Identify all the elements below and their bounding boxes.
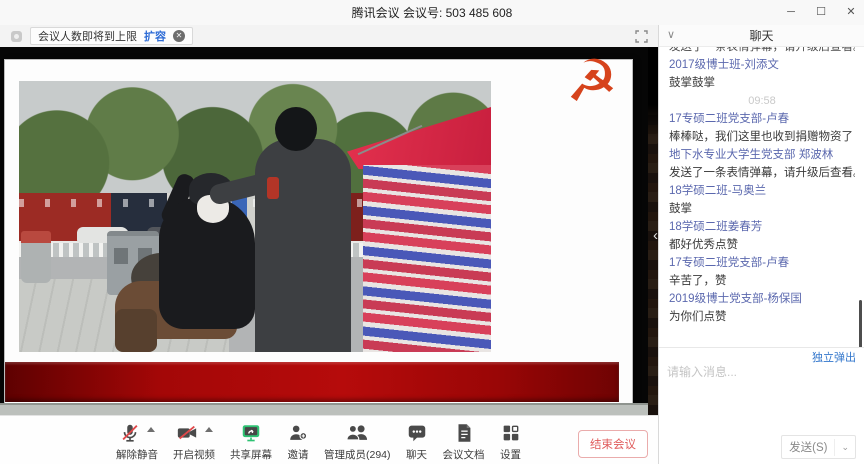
chat-message-text: 为你们点赞 bbox=[669, 308, 855, 326]
photo-volunteer-head bbox=[275, 107, 317, 151]
notification-status-icon bbox=[11, 31, 22, 42]
unmute-button[interactable]: 解除静音 bbox=[116, 416, 158, 462]
share-screen-icon bbox=[240, 422, 262, 444]
chat-sender-name: 2019级博士党支部-杨保国 bbox=[669, 290, 855, 308]
mic-muted-icon bbox=[119, 422, 141, 444]
photo-planter bbox=[21, 231, 51, 283]
expand-capacity-link[interactable]: 扩容 bbox=[144, 28, 166, 44]
close-icon[interactable]: ✕ bbox=[844, 0, 858, 25]
manage-members-label: 管理成员(294) bbox=[324, 447, 391, 462]
chat-message-text: 棒棒哒，我们这里也收到捐赠物资了 bbox=[669, 128, 855, 146]
settings-button[interactable]: 设置 bbox=[500, 416, 522, 462]
minimize-icon[interactable]: ─ bbox=[784, 0, 798, 25]
chat-message-text: 鼓掌 bbox=[669, 200, 855, 218]
notification-bar: 会议人数即将到上限 扩容 ✕ bbox=[0, 25, 658, 47]
photo-volunteer bbox=[255, 139, 351, 352]
start-video-button[interactable]: 开启视频 bbox=[173, 416, 215, 462]
party-emblem-icon: ☭ bbox=[566, 52, 618, 110]
toolbar-buttons: 解除静音 开启视频 共享屏幕 邀请 管理成员(294) 聊天 bbox=[116, 416, 522, 464]
maximize-icon[interactable]: ☐ bbox=[814, 0, 828, 25]
invite-label: 邀请 bbox=[288, 447, 309, 462]
meeting-toolbar: 解除静音 开启视频 共享屏幕 邀请 管理成员(294) 聊天 bbox=[0, 415, 658, 464]
chat-sender-name: 18学硕二班姜春芳 bbox=[669, 218, 855, 236]
chat-message-text: 都好优秀点赞 bbox=[669, 236, 855, 254]
chevron-down-icon[interactable]: ∨ bbox=[667, 28, 675, 41]
slide-red-banner bbox=[5, 362, 619, 402]
photo-scooter-front bbox=[115, 309, 157, 352]
chat-message-text: 辛苦了，赞 bbox=[669, 272, 855, 290]
send-button-label[interactable]: 发送(S) bbox=[782, 436, 834, 458]
temperature-check-photo bbox=[19, 81, 491, 352]
members-icon bbox=[344, 422, 370, 444]
photo-volunteer-collar bbox=[267, 177, 279, 199]
chat-button[interactable]: 聊天 bbox=[406, 416, 428, 462]
chat-scrollbar[interactable] bbox=[859, 300, 862, 348]
start-video-label: 开启视频 bbox=[173, 447, 215, 462]
titlebar: 腾讯会议 会议号: 503 485 608 ─ ☐ ✕ bbox=[0, 0, 864, 25]
chat-title: 聊天 bbox=[659, 25, 864, 47]
chat-label: 聊天 bbox=[406, 447, 427, 462]
chat-bubble-icon bbox=[406, 422, 428, 444]
chat-message-text: 鼓掌鼓掌 bbox=[669, 74, 855, 92]
manage-members-button[interactable]: 管理成员(294) bbox=[324, 416, 391, 462]
settings-label: 设置 bbox=[500, 447, 521, 462]
capacity-notification: 会议人数即将到上限 扩容 ✕ bbox=[30, 27, 193, 45]
slide-gray-base bbox=[0, 403, 648, 415]
send-options-chevron-icon[interactable]: ⌄ bbox=[834, 439, 855, 456]
notification-text: 会议人数即将到上限 bbox=[38, 28, 137, 44]
photo-tent-stripes bbox=[363, 165, 491, 352]
presentation-slide: ☭ bbox=[5, 60, 632, 403]
clipped-message: 发送了一条表情弹幕，请升级后查看。 bbox=[669, 47, 855, 56]
send-button[interactable]: 发送(S) ⌄ bbox=[781, 435, 856, 459]
document-icon bbox=[453, 422, 475, 444]
popout-row: 独立弹出 bbox=[659, 347, 864, 363]
chat-sender-name: 地下水专业大学生党支部 郑波林 bbox=[669, 146, 855, 164]
chat-header: ∨ 聊天 bbox=[659, 25, 864, 47]
camera-off-icon bbox=[175, 422, 199, 444]
window-controls: ─ ☐ ✕ bbox=[784, 0, 858, 25]
notification-close-icon[interactable]: ✕ bbox=[173, 30, 185, 42]
chat-message-list: 发送了一条表情弹幕，请升级后查看。 2017级博士班-刘添文鼓掌鼓掌09:581… bbox=[659, 47, 864, 347]
chat-panel: ∨ 聊天 发送了一条表情弹幕，请升级后查看。 2017级博士班-刘添文鼓掌鼓掌0… bbox=[658, 25, 864, 464]
tencent-meeting-window: 腾讯会议 会议号: 503 485 608 ─ ☐ ✕ 会议人数即将到上限 扩容… bbox=[0, 0, 864, 464]
meeting-docs-label: 会议文档 bbox=[443, 447, 485, 462]
chat-sender-name: 18学硕二班-马奥兰 bbox=[669, 182, 855, 200]
chat-message-input[interactable] bbox=[667, 365, 855, 379]
share-screen-button[interactable]: 共享屏幕 bbox=[230, 416, 272, 462]
chat-sender-name: 17专硕二班党支部-卢春 bbox=[669, 254, 855, 272]
unmute-options-caret-icon[interactable] bbox=[147, 427, 155, 432]
start-video-options-caret-icon[interactable] bbox=[205, 427, 213, 432]
settings-grid-icon bbox=[500, 422, 522, 444]
unmute-label: 解除静音 bbox=[116, 447, 158, 462]
window-title: 腾讯会议 会议号: 503 485 608 bbox=[0, 4, 864, 21]
invite-button[interactable]: 邀请 bbox=[287, 416, 309, 462]
meeting-docs-button[interactable]: 会议文档 bbox=[443, 416, 485, 462]
chat-sender-name: 17专硕二班党支部-卢春 bbox=[669, 110, 855, 128]
invite-icon bbox=[287, 422, 309, 444]
share-screen-label: 共享屏幕 bbox=[230, 447, 272, 462]
fullscreen-icon[interactable] bbox=[635, 30, 648, 43]
end-meeting-button[interactable]: 结束会议 bbox=[578, 430, 648, 458]
shared-screen-stage: ☭ ‹ bbox=[0, 47, 658, 415]
popout-chat-link[interactable]: 独立弹出 bbox=[812, 352, 856, 364]
chat-sender-name: 2017级博士班-刘添文 bbox=[669, 56, 855, 74]
chat-message-text: 发送了一条表情弹幕，请升级后查看。 bbox=[669, 164, 855, 182]
chat-timestamp: 09:58 bbox=[669, 92, 855, 110]
